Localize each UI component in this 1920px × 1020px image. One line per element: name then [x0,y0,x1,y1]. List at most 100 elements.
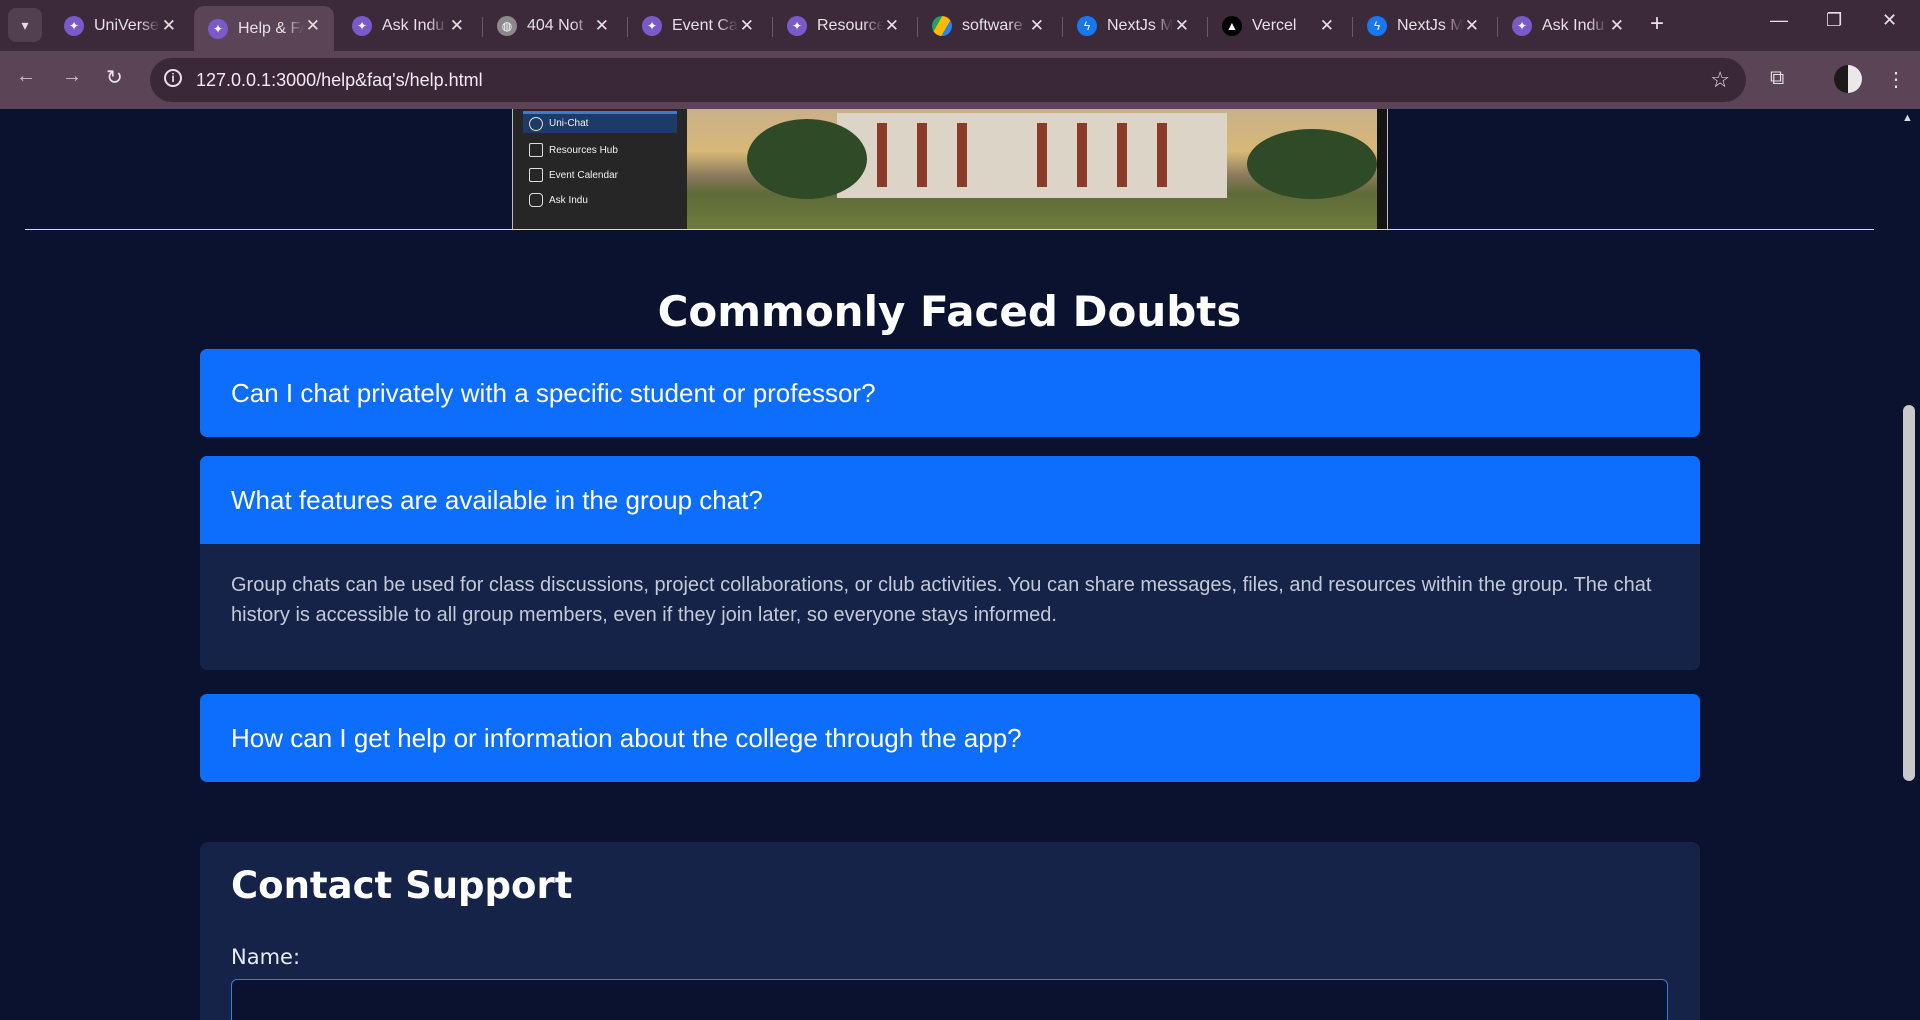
new-tab-button[interactable]: + [1650,10,1664,38]
robot-icon [529,193,543,207]
browser-tab-bar: ▾ ✦ UniVerse ✕ ✦ Help & FAQ ✕ ✦ Ask Indu… [0,0,1920,51]
building-column [1117,123,1127,187]
faq-heading: Commonly Faced Doubts [657,287,1242,336]
building-column [1037,123,1047,187]
tab-software[interactable]: software ✕ [918,6,1058,45]
tab-title: NextJs M [1397,16,1463,34]
tab-404[interactable]: ◍ 404 Not ✕ [483,6,623,45]
url-text[interactable]: 127.0.0.1:3000/help&faq's/help.html [196,70,483,91]
preview-sidebar-label: Uni-Chat [549,118,589,129]
tree [1247,129,1377,199]
close-icon[interactable]: ✕ [1465,16,1479,36]
tree [747,119,867,199]
building-column [917,123,927,187]
minimize-button[interactable]: — [1770,10,1788,31]
tab-resources[interactable]: ✦ Resource ✕ [773,6,913,45]
profile-avatar[interactable] [1834,65,1862,93]
browser-toolbar: ← → ↻ i 127.0.0.1:3000/help&faq's/help.h… [0,51,1920,109]
universe-icon: ✦ [352,15,372,36]
building-column [1157,123,1167,187]
faq-item-expanded: What features are available in the group… [200,456,1700,670]
tab-title: software [962,16,1023,34]
name-label: Name: [231,945,301,969]
tab-title: NextJs M [1107,16,1173,34]
menu-kebab-icon[interactable]: ⋮ [1886,67,1906,92]
extensions-icon[interactable]: ⧉ [1770,67,1784,90]
building-column [1077,123,1087,187]
reload-button[interactable]: ↻ [106,65,123,90]
universe-icon: ✦ [1512,15,1532,36]
tab-title: 404 Not [527,16,584,34]
section-divider [25,229,1874,230]
close-window-button[interactable]: ✕ [1882,10,1897,31]
tab-title: Help & FAQ [238,19,304,37]
tab-universe[interactable]: ✦ UniVerse ✕ [50,6,190,45]
faq-item: Can I chat privately with a specific stu… [200,349,1700,437]
tab-title: Event Ca [672,16,738,34]
close-icon[interactable]: ✕ [1320,16,1334,36]
close-icon[interactable]: ✕ [740,16,754,36]
address-bar[interactable]: i 127.0.0.1:3000/help&faq's/help.html ☆ [150,58,1746,102]
close-icon[interactable]: ✕ [595,16,609,36]
universe-icon: ✦ [208,18,228,39]
preview-sidebar-item: Uni-Chat [523,111,677,133]
faq-item: How can I get help or information about … [200,694,1700,782]
building-column [957,123,967,187]
contact-support-card: Contact Support Name: [200,842,1700,1020]
campus-building [837,113,1227,198]
drive-icon [932,15,952,36]
tab-search-button[interactable]: ▾ [8,8,42,42]
preview-sidebar-item: Ask Indu [529,193,588,207]
chat-bubble-icon [529,116,543,131]
app-preview-image: Uni-Chat Resources Hub Event Calendar As… [512,109,1388,230]
tab-nextjs-2[interactable]: ϟ NextJs M ✕ [1353,6,1493,45]
tab-title: UniVerse [94,16,159,34]
close-icon[interactable]: ✕ [1610,16,1624,36]
faq-question-button[interactable]: Can I chat privately with a specific stu… [200,349,1700,437]
preview-sidebar: Uni-Chat Resources Hub Event Calendar As… [513,109,687,230]
close-icon[interactable]: ✕ [885,16,899,36]
universe-icon: ✦ [642,15,662,36]
preview-sidebar-item: Event Calendar [529,168,618,182]
back-button[interactable]: ← [16,65,36,88]
contact-heading: Contact Support [231,864,573,907]
campus-photo [687,109,1377,230]
close-icon[interactable]: ✕ [306,16,320,36]
page-viewport: Uni-Chat Resources Hub Event Calendar As… [0,109,1899,1020]
universe-icon: ✦ [64,15,84,36]
scrollbar-thumb[interactable] [1903,405,1915,781]
tab-title: Ask Indu [1542,16,1605,34]
book-icon [529,143,543,157]
messenger-icon: ϟ [1077,15,1097,36]
name-input[interactable] [231,979,1668,1020]
preview-sidebar-label: Ask Indu [549,194,588,206]
globe-icon: ◍ [497,15,517,36]
faq-answer: Group chats can be used for class discus… [231,574,1652,626]
tab-ask-indu[interactable]: ✦ Ask Indu ✕ [338,6,478,45]
preview-sidebar-label: Event Calendar [549,169,618,181]
close-icon[interactable]: ✕ [162,16,176,36]
tab-title: Vercel [1252,16,1297,34]
tab-help-faq[interactable]: ✦ Help & FAQ ✕ [194,6,334,51]
tab-vercel[interactable]: ▲ Vercel ✕ [1208,6,1348,45]
close-icon[interactable]: ✕ [450,16,464,36]
universe-icon: ✦ [787,15,807,36]
forward-button[interactable]: → [62,65,82,88]
tab-title: Ask Indu [382,16,445,34]
tab-event-calendar[interactable]: ✦ Event Ca ✕ [628,6,768,45]
bookmark-star-icon[interactable]: ☆ [1710,67,1730,93]
restore-button[interactable]: ❐ [1826,10,1842,31]
close-icon[interactable]: ✕ [1175,16,1189,36]
tab-title: Resource [817,16,883,34]
preview-sidebar-label: Resources Hub [549,144,618,156]
faq-question-button[interactable]: How can I get help or information about … [200,694,1700,782]
tab-nextjs-1[interactable]: ϟ NextJs M ✕ [1063,6,1203,45]
site-info-icon[interactable]: i [164,69,182,87]
messenger-icon: ϟ [1367,15,1387,36]
tab-ask-indu-2[interactable]: ✦ Ask Indu ✕ [1498,6,1638,45]
calendar-icon [529,168,543,182]
close-icon[interactable]: ✕ [1030,16,1044,36]
faq-question-button[interactable]: What features are available in the group… [200,456,1700,544]
scroll-up-arrow-icon[interactable]: ▲ [1902,112,1913,124]
preview-sidebar-item: Resources Hub [529,143,618,157]
